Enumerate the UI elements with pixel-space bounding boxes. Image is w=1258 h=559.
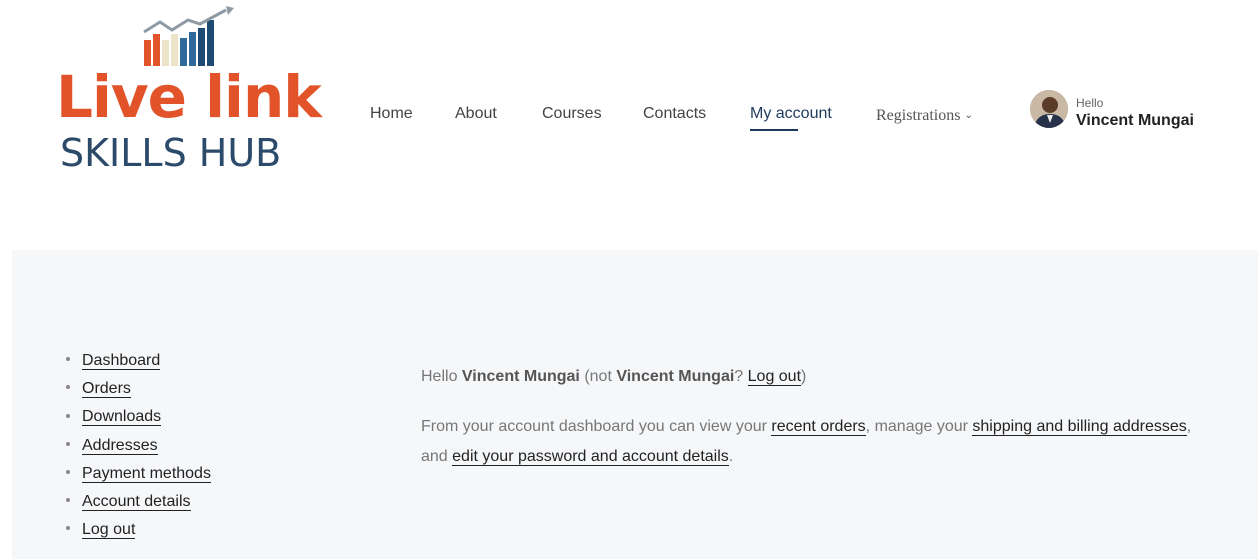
greeting-name: Vincent Mungai (461, 368, 580, 385)
sidebar-item-addresses: Addresses (66, 435, 211, 463)
bullet-icon (66, 357, 70, 362)
sidebar-item-orders: Orders (66, 378, 211, 406)
active-nav-indicator (750, 129, 798, 131)
dashboard-text-4: and (421, 448, 448, 465)
user-name: Vincent Mungai (1076, 112, 1194, 129)
sidebar-link-downloads[interactable]: Downloads (82, 408, 162, 427)
site-logo[interactable]: Live link SKILLS HUB (56, 6, 322, 178)
nav-contacts[interactable]: Contacts (643, 102, 706, 126)
greeting-paragraph: Hello Vincent Mungai (not Vincent Mungai… (421, 362, 1221, 392)
nav-about[interactable]: About (455, 102, 497, 126)
logo-title: Live link (56, 63, 322, 131)
sidebar-item-downloads: Downloads (66, 406, 211, 434)
bullet-icon (66, 526, 70, 531)
not-text: (not (584, 368, 612, 385)
greeting-text: Hello (421, 368, 458, 385)
nav-courses[interactable]: Courses (542, 102, 602, 126)
sidebar-link-addresses[interactable]: Addresses (82, 436, 158, 455)
logo-subtitle: SKILLS HUB (60, 131, 282, 175)
dashboard-text-3: , (1186, 418, 1192, 435)
bullet-icon (66, 413, 70, 418)
dashboard-text-5: . (728, 448, 734, 465)
dashboard-paragraph: From your account dashboard you can view… (421, 412, 1221, 472)
bullet-icon (66, 441, 70, 446)
logout-link[interactable]: Log out (747, 368, 802, 386)
dashboard-text-1: From your account dashboard you can view… (421, 418, 767, 435)
close-paren: ) (801, 368, 807, 385)
sidebar-item-log-out: Log out (66, 519, 211, 547)
dashboard-message: Hello Vincent Mungai (not Vincent Mungai… (421, 362, 1221, 472)
bullet-icon (66, 498, 70, 503)
not-name: Vincent Mungai (616, 368, 735, 385)
chevron-down-icon: ⌄ (964, 110, 973, 121)
logo-chart-icon (143, 6, 234, 66)
nav-registrations-label: Registrations (876, 107, 961, 124)
dashboard-text-2: , manage your (865, 418, 968, 435)
recent-orders-link[interactable]: recent orders (771, 418, 866, 436)
account-content: Dashboard Orders Downloads Addresses Pay… (12, 250, 1258, 559)
edit-account-link[interactable]: edit your password and account details (452, 448, 729, 466)
site-header: Live link SKILLS HUB Home About Courses … (0, 0, 1258, 250)
nav-home[interactable]: Home (370, 102, 413, 126)
nav-my-account[interactable]: My account (750, 102, 832, 131)
bullet-icon (66, 470, 70, 475)
sidebar-link-orders[interactable]: Orders (82, 380, 131, 399)
sidebar-item-dashboard: Dashboard (66, 350, 211, 378)
addresses-link[interactable]: shipping and billing addresses (972, 418, 1187, 436)
sidebar-link-payment-methods[interactable]: Payment methods (82, 464, 211, 483)
question-mark: ? (734, 368, 744, 385)
sidebar-link-log-out[interactable]: Log out (82, 521, 136, 540)
sidebar-link-dashboard[interactable]: Dashboard (82, 352, 161, 370)
account-navigation: Dashboard Orders Downloads Addresses Pay… (66, 350, 211, 547)
sidebar-link-account-details[interactable]: Account details (82, 492, 191, 511)
avatar (1030, 90, 1068, 128)
nav-my-account-label: My account (750, 105, 832, 122)
nav-registrations[interactable]: Registrations ⌄ (876, 104, 973, 128)
bullet-icon (66, 385, 70, 390)
sidebar-item-account-details: Account details (66, 491, 211, 519)
user-greeting: Hello (1076, 96, 1104, 110)
sidebar-item-payment-methods: Payment methods (66, 463, 211, 491)
